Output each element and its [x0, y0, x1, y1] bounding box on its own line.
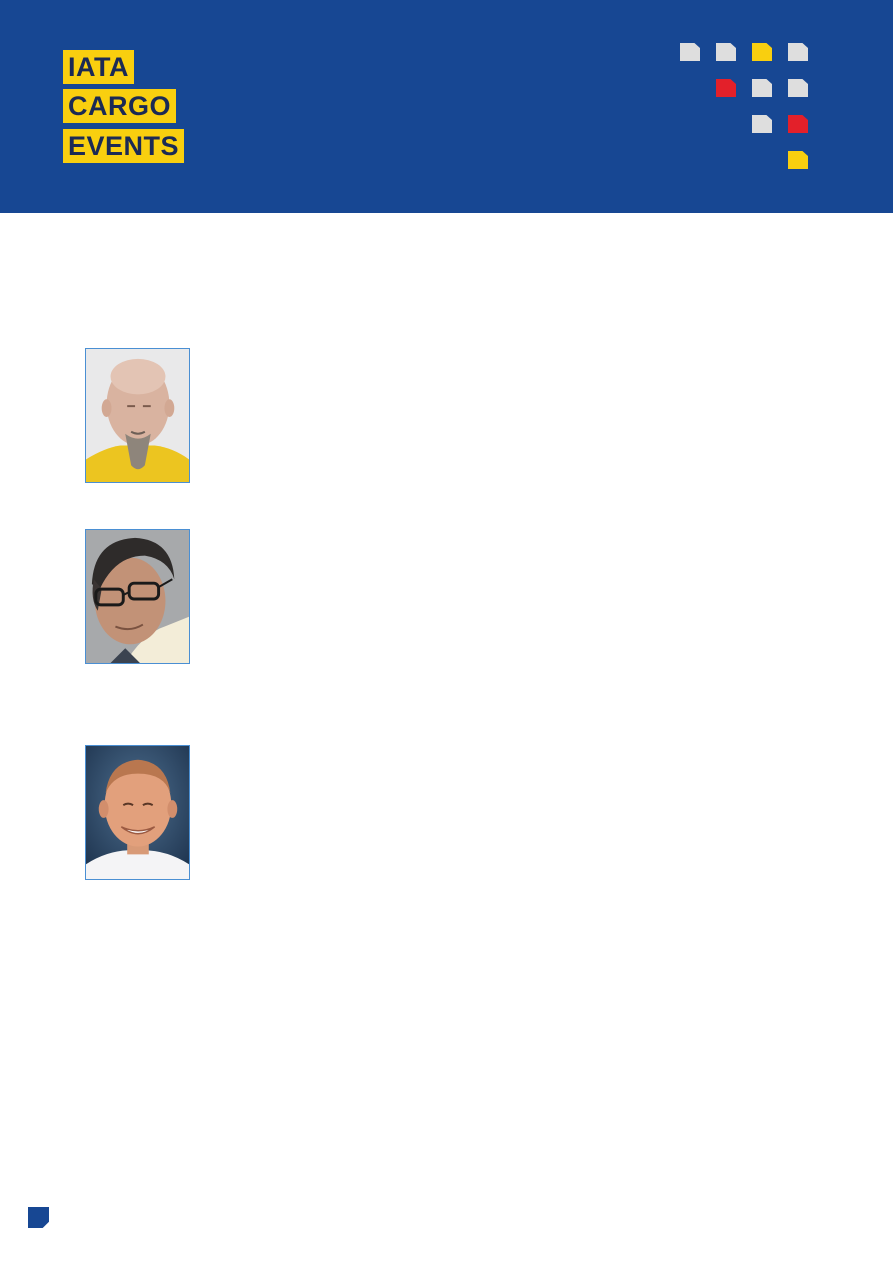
speaker-photo-2: [85, 529, 190, 664]
decor-square-grey: [752, 79, 772, 97]
speaker-photo-3: [85, 745, 190, 880]
decor-square-grey: [716, 43, 736, 61]
decor-square-grey: [680, 43, 700, 61]
decor-square-grey: [788, 79, 808, 97]
decor-square-red: [788, 115, 808, 133]
portrait-bald-man-icon: [86, 349, 189, 482]
page-corner-mark: [28, 1207, 49, 1228]
decor-square-grey: [788, 43, 808, 61]
logo-line-1: IATA: [63, 50, 134, 84]
decor-square-grey: [752, 115, 772, 133]
logo-line-2: CARGO: [63, 89, 176, 123]
decor-square-red: [716, 79, 736, 97]
decor-square-yellow: [752, 43, 772, 61]
speaker-photo-1: [85, 348, 190, 483]
logo-line-3: EVENTS: [63, 129, 185, 163]
portrait-smiling-man-icon: [86, 746, 189, 879]
page-header: IATA CARGO EVENTS: [0, 0, 893, 213]
decor-square-yellow: [788, 151, 808, 169]
portrait-man-glasses-icon: [86, 530, 189, 663]
